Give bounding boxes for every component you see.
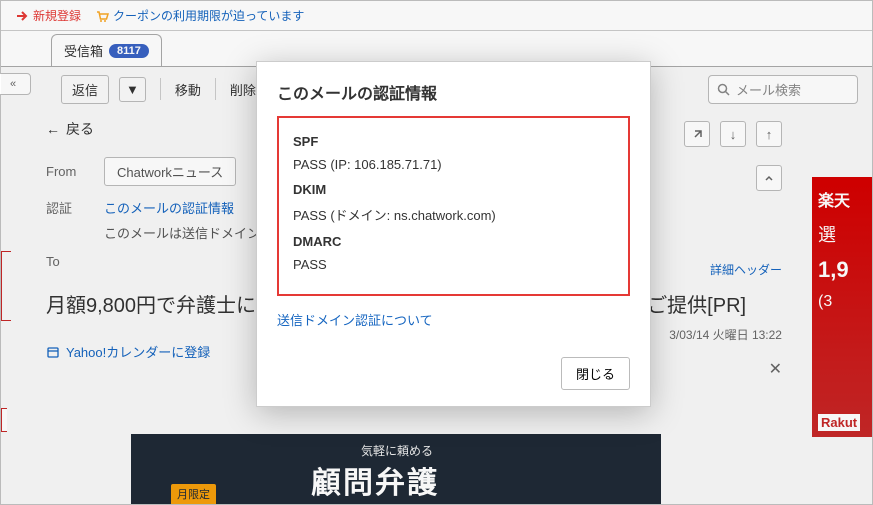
dmarc-heading: DMARC bbox=[293, 234, 614, 249]
spf-value: PASS (IP: 106.185.71.71) bbox=[293, 157, 614, 172]
dmarc-value: PASS bbox=[293, 257, 614, 272]
about-domain-auth-link[interactable]: 送信ドメイン認証について bbox=[277, 313, 433, 328]
auth-info-modal: このメールの認証情報 SPF PASS (IP: 106.185.71.71) … bbox=[256, 61, 651, 407]
modal-title: このメールの認証情報 bbox=[277, 80, 630, 104]
close-button[interactable]: 閉じる bbox=[561, 357, 630, 390]
spf-heading: SPF bbox=[293, 134, 614, 149]
dkim-heading: DKIM bbox=[293, 182, 614, 197]
auth-results-box: SPF PASS (IP: 106.185.71.71) DKIM PASS (… bbox=[277, 116, 630, 296]
modal-footer: 閉じる bbox=[277, 357, 630, 390]
dkim-value: PASS (ドメイン: ns.chatwork.com) bbox=[293, 205, 614, 224]
